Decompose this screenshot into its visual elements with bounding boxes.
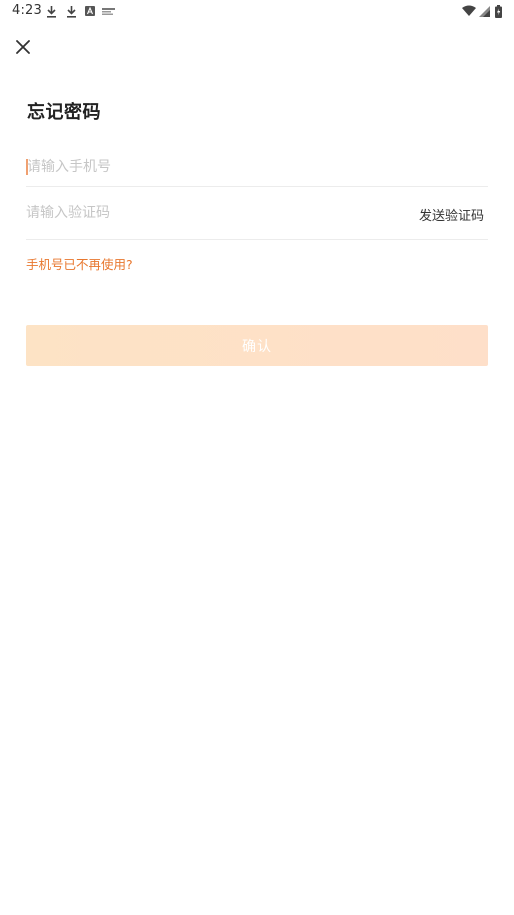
close-button[interactable]: [10, 34, 36, 60]
download-icon: [45, 4, 57, 18]
confirm-button[interactable]: 确认: [26, 325, 488, 366]
status-time: 4:23: [12, 3, 42, 18]
send-code-button[interactable]: 发送验证码: [419, 205, 484, 224]
phone-input[interactable]: [27, 156, 357, 178]
signal-icon: [478, 4, 490, 18]
status-bar: 4:23: [0, 0, 514, 24]
page-title: 忘记密码: [27, 102, 101, 123]
download-icon: [65, 4, 77, 18]
wifi-icon: [462, 4, 476, 18]
a-badge-icon: [84, 4, 95, 18]
phone-unavailable-link[interactable]: 手机号已不再使用?: [26, 254, 133, 273]
battery-icon: [494, 4, 502, 18]
phone-field: [26, 156, 488, 187]
notification-icon: [101, 4, 115, 18]
code-field: 发送验证码: [26, 202, 488, 240]
forgot-password-screen: 4:23 忘记密码 请输入手机号 请输入验证码 发送验证码 手机号已不再使用? …: [0, 0, 514, 915]
verification-code-input[interactable]: [26, 202, 356, 224]
close-icon: [16, 40, 30, 54]
